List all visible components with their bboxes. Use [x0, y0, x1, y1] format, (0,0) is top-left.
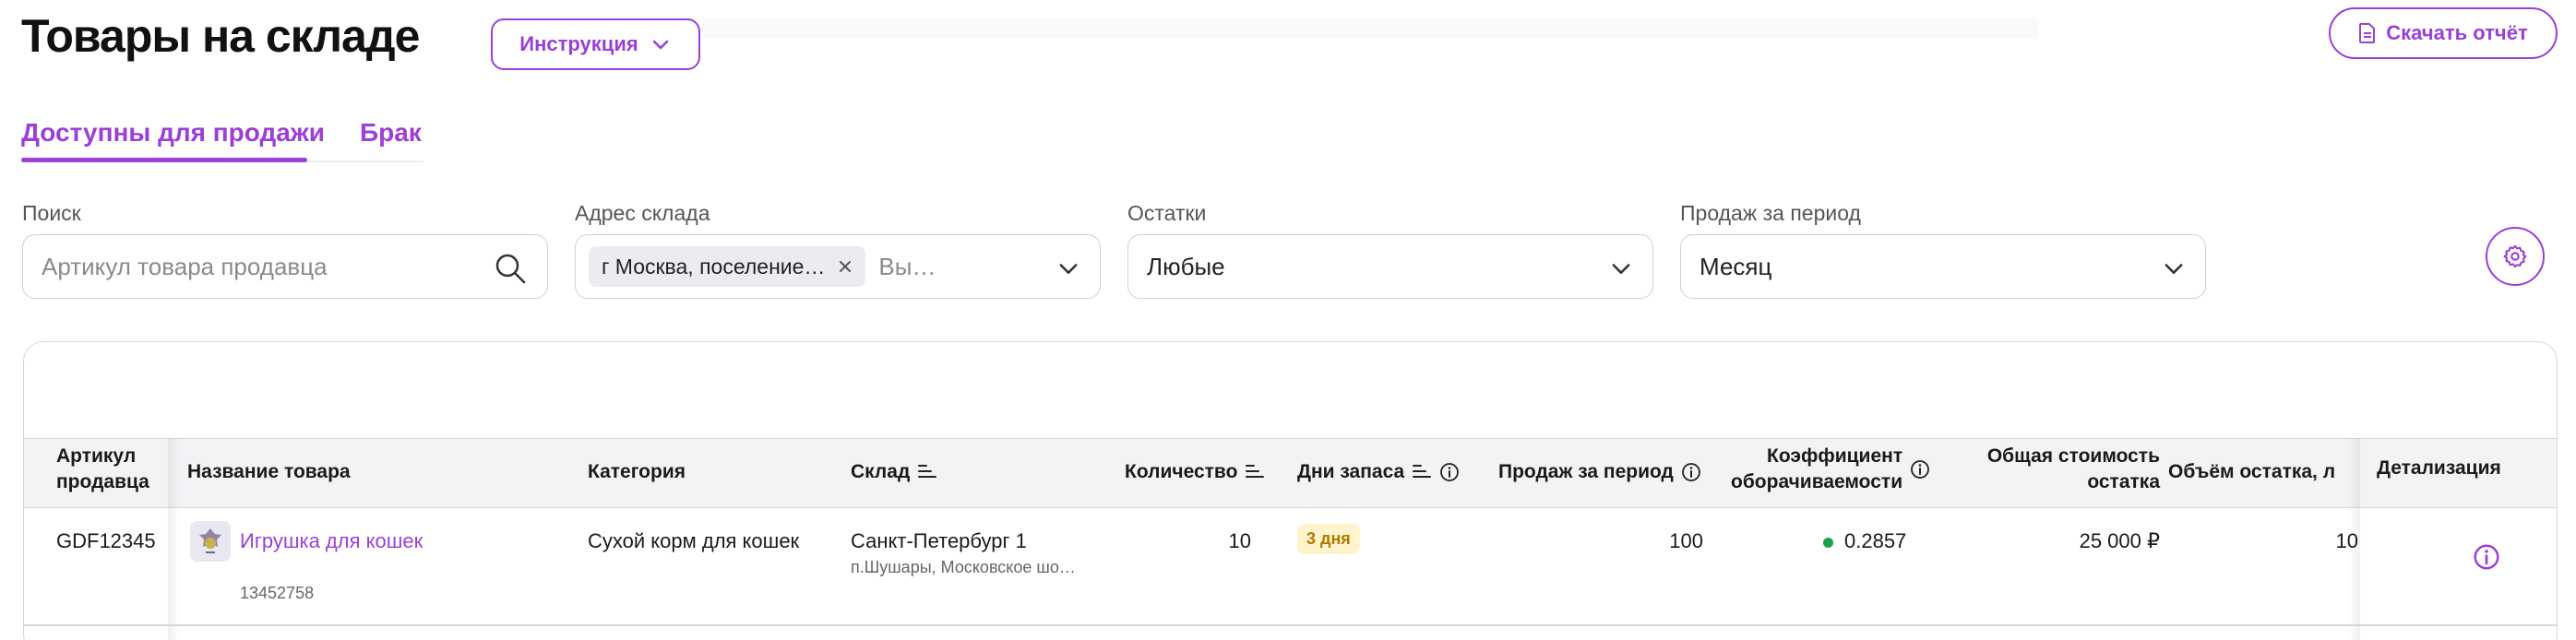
status-dot — [1823, 537, 1833, 548]
stock-select[interactable]: Любые — [1127, 234, 1653, 299]
col-article-line2: продавца — [56, 471, 149, 492]
col-details: Детализация — [2377, 457, 2501, 479]
cell-turnover: 0.2857 — [1823, 529, 1906, 553]
sort-icon[interactable] — [1412, 463, 1432, 481]
cell-quantity: 10 — [1228, 529, 1251, 552]
sticky-column-shadow-left — [168, 438, 181, 640]
chevron-down-icon — [652, 40, 668, 50]
col-turnover-text: Коэффициент оборачиваемости — [1731, 444, 1902, 495]
col-warehouse-label: Склад — [851, 461, 911, 482]
page-title: Товары на складе — [21, 10, 420, 62]
download-label: Скачать отчёт — [2386, 21, 2528, 44]
details-info-icon[interactable] — [2473, 543, 2500, 571]
col-sales: Продаж за период — [1498, 459, 1701, 485]
search-label: Поиск — [22, 201, 81, 225]
col-total-cost-line2: остатка — [2087, 471, 2160, 492]
col-category: Категория — [588, 461, 686, 482]
document-icon — [2359, 23, 2376, 43]
col-article-line1: Артикул — [56, 445, 137, 467]
col-total-cost-line1: Общая стоимость — [1986, 445, 2160, 467]
period-value: Месяц — [1699, 252, 1772, 280]
col-quantity-label: Количество — [1125, 461, 1238, 482]
cell-warehouse-address: п.Шушары, Московское шо… — [851, 558, 1076, 576]
warehouse-chip-label: г Москва, поселение… — [602, 254, 826, 279]
instruction-label: Инструкция — [519, 32, 638, 55]
sort-icon[interactable] — [1245, 463, 1265, 481]
tab-available[interactable]: Доступны для продажи — [21, 118, 325, 148]
close-icon[interactable] — [838, 259, 853, 274]
col-turnover: Коэффициент оборачиваемости — [1731, 444, 1930, 495]
col-days-label: Дни запаса — [1297, 461, 1405, 482]
info-icon[interactable] — [1439, 462, 1460, 482]
sort-icon[interactable] — [917, 463, 937, 481]
info-icon[interactable] — [1681, 462, 1701, 482]
tabs-bar: Доступны для продажи Брак — [21, 111, 423, 162]
col-quantity[interactable]: Количество — [1125, 459, 1265, 485]
search-placeholder: Артикул товара продавца — [42, 252, 328, 280]
download-report-button[interactable]: Скачать отчёт — [2329, 7, 2558, 59]
active-tab-indicator — [21, 158, 307, 162]
col-article: Артикул продавца — [56, 444, 149, 495]
chevron-down-icon — [2165, 264, 2183, 274]
warehouse-chip[interactable]: г Москва, поселение… — [589, 246, 866, 287]
col-name: Название товара — [187, 461, 351, 482]
col-turnover-line2: оборачиваемости — [1731, 471, 1903, 492]
product-name-link[interactable]: Игрушка для кошек — [240, 529, 423, 553]
instruction-dropdown-button[interactable]: Инструкция — [491, 18, 700, 70]
cell-article: GDF12345 — [56, 529, 156, 552]
cell-sales: 100 — [1669, 529, 1703, 552]
stock-table: Артикул продавца Название товара Категор… — [23, 341, 2558, 640]
col-turnover-line1: Коэффициент — [1767, 445, 1903, 467]
cell-turnover-value: 0.2857 — [1844, 529, 1907, 552]
info-icon[interactable] — [1910, 459, 1930, 480]
col-warehouse[interactable]: Склад — [851, 459, 937, 485]
chevron-down-icon — [1059, 264, 1078, 274]
product-thumbnail[interactable] — [190, 521, 231, 562]
row-divider — [24, 624, 2557, 626]
cell-volume: 10 — [2335, 529, 2358, 552]
col-volume: Объём остатка, л — [2168, 461, 2336, 482]
product-sku: 13452758 — [240, 584, 315, 602]
stock-value: Любые — [1147, 252, 1225, 280]
warehouse-select[interactable]: г Москва, поселение… Вы… — [575, 234, 1101, 299]
chevron-down-icon — [1612, 264, 1630, 274]
days-stock-badge: 3 дня — [1297, 524, 1360, 554]
cell-total-cost: 25 000 ₽ — [2079, 529, 2160, 552]
cell-category: Сухой корм для кошек — [588, 529, 800, 552]
warehouse-label: Адрес склада — [575, 201, 710, 225]
warehouse-placeholder: Вы… — [878, 252, 936, 280]
col-days[interactable]: Дни запаса — [1297, 459, 1460, 485]
gear-icon — [2503, 244, 2527, 268]
cat-toy-image — [190, 521, 231, 562]
period-label: Продаж за период — [1680, 201, 1861, 225]
stock-label: Остатки — [1127, 201, 1207, 225]
col-sales-label: Продаж за период — [1498, 461, 1674, 482]
search-input[interactable]: Артикул товара продавца — [22, 234, 548, 299]
table-settings-button[interactable] — [2486, 227, 2545, 286]
period-select[interactable]: Месяц — [1680, 234, 2206, 299]
search-icon[interactable] — [494, 252, 527, 285]
header-placeholder-bar — [701, 18, 2039, 39]
col-total-cost: Общая стоимость остатка — [1966, 444, 2160, 495]
cell-warehouse: Санкт-Петербург 1 — [851, 529, 1027, 552]
tab-defect[interactable]: Брак — [360, 118, 422, 148]
